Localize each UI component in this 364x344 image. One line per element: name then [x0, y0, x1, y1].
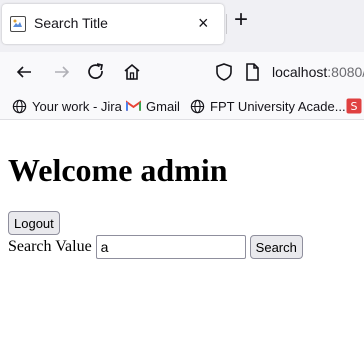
bookmark-gmail[interactable]: Gmail [126, 97, 180, 115]
navigation-toolbar: localhost:8080/ [0, 52, 364, 92]
globe-icon [190, 99, 205, 113]
search-input[interactable] [95, 235, 246, 259]
back-arrow-icon[interactable] [12, 60, 36, 84]
search-form: Search Value Search [8, 235, 303, 259]
bookmark-fpt-university[interactable]: FPT University Acade... [190, 97, 346, 115]
url-host: localhost [272, 64, 328, 80]
bookmark-label: Your work - Jira [32, 98, 122, 114]
url-field[interactable]: localhost:8080/ [272, 64, 364, 80]
page-favicon-icon [10, 16, 26, 32]
logout-button[interactable]: Logout [8, 211, 60, 235]
bookmark-jira[interactable]: Your work - Jira [12, 97, 122, 115]
page-info-icon[interactable] [240, 60, 264, 84]
page-content: Welcome admin Logout Search Value Search [0, 121, 364, 344]
bookmarks-toolbar: Your work - Jira Gmail FPT University Ac… [0, 92, 364, 120]
gmail-icon [126, 100, 141, 111]
tab-title: Search Title [34, 15, 108, 31]
tab-search-title[interactable]: Search Title × [2, 4, 224, 44]
search-label: Search Value [8, 238, 92, 255]
bookmark-label: FPT University Acade... [210, 98, 346, 114]
page-heading: Welcome admin [8, 152, 228, 188]
reload-icon[interactable] [84, 60, 108, 84]
home-icon[interactable] [120, 60, 144, 84]
tab-close-icon[interactable]: × [198, 14, 209, 32]
bookmark-label: Gmail [146, 98, 180, 114]
tab-separator [226, 14, 227, 34]
svg-text:S: S [351, 100, 358, 113]
url-port: :8080/ [327, 64, 364, 80]
globe-icon [12, 99, 27, 113]
tab-strip: Search Title × + [0, 0, 364, 52]
bookmark-extra[interactable]: S [346, 97, 364, 115]
tracking-protection-shield-icon[interactable] [212, 60, 236, 84]
search-button[interactable]: Search [249, 235, 303, 259]
new-tab-icon[interactable]: + [234, 7, 248, 33]
forward-arrow-icon[interactable] [50, 60, 74, 84]
bookmark-favicon-icon: S [346, 98, 362, 114]
